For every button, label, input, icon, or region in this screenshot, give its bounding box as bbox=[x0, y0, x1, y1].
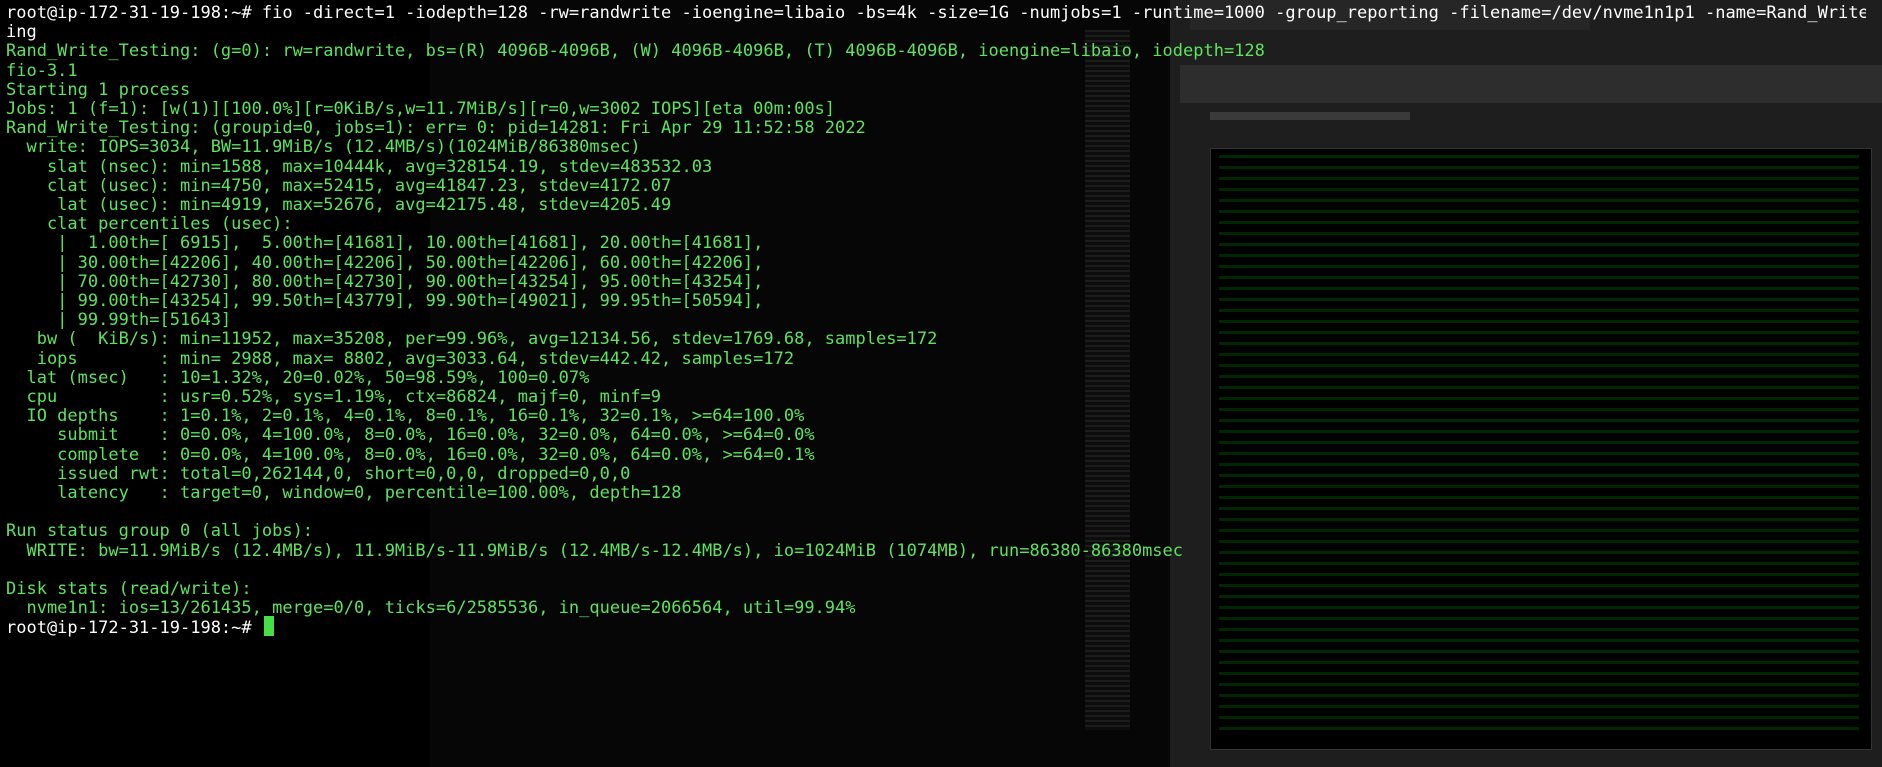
terminal-output-line: Rand_Write_Testing: (g=0): rw=randwrite,… bbox=[6, 41, 1265, 62]
embedded-screenshot bbox=[1210, 148, 1872, 750]
terminal-window[interactable]: root@ip-172-31-19-198:~# fio -direct=1 -… bbox=[0, 0, 1866, 767]
terminal-output-line: WRITE: bw=11.9MiB/s (12.4MB/s), 11.9MiB/… bbox=[6, 540, 1184, 561]
shell-prompt-line: root@ip-172-31-19-198:~# bbox=[6, 616, 274, 639]
text-cursor bbox=[263, 616, 274, 637]
background-document-window bbox=[1170, 0, 1882, 767]
code-block bbox=[1180, 65, 1882, 103]
fio-command-line: root@ip-172-31-19-198:~# fio -direct=1 -… bbox=[6, 3, 1866, 23]
screenshot-terminal-lines bbox=[1219, 155, 1859, 735]
terminal-output-line: latency : target=0, window=0, percentile… bbox=[6, 483, 682, 503]
horizontal-scrollbar[interactable] bbox=[1210, 112, 1410, 120]
